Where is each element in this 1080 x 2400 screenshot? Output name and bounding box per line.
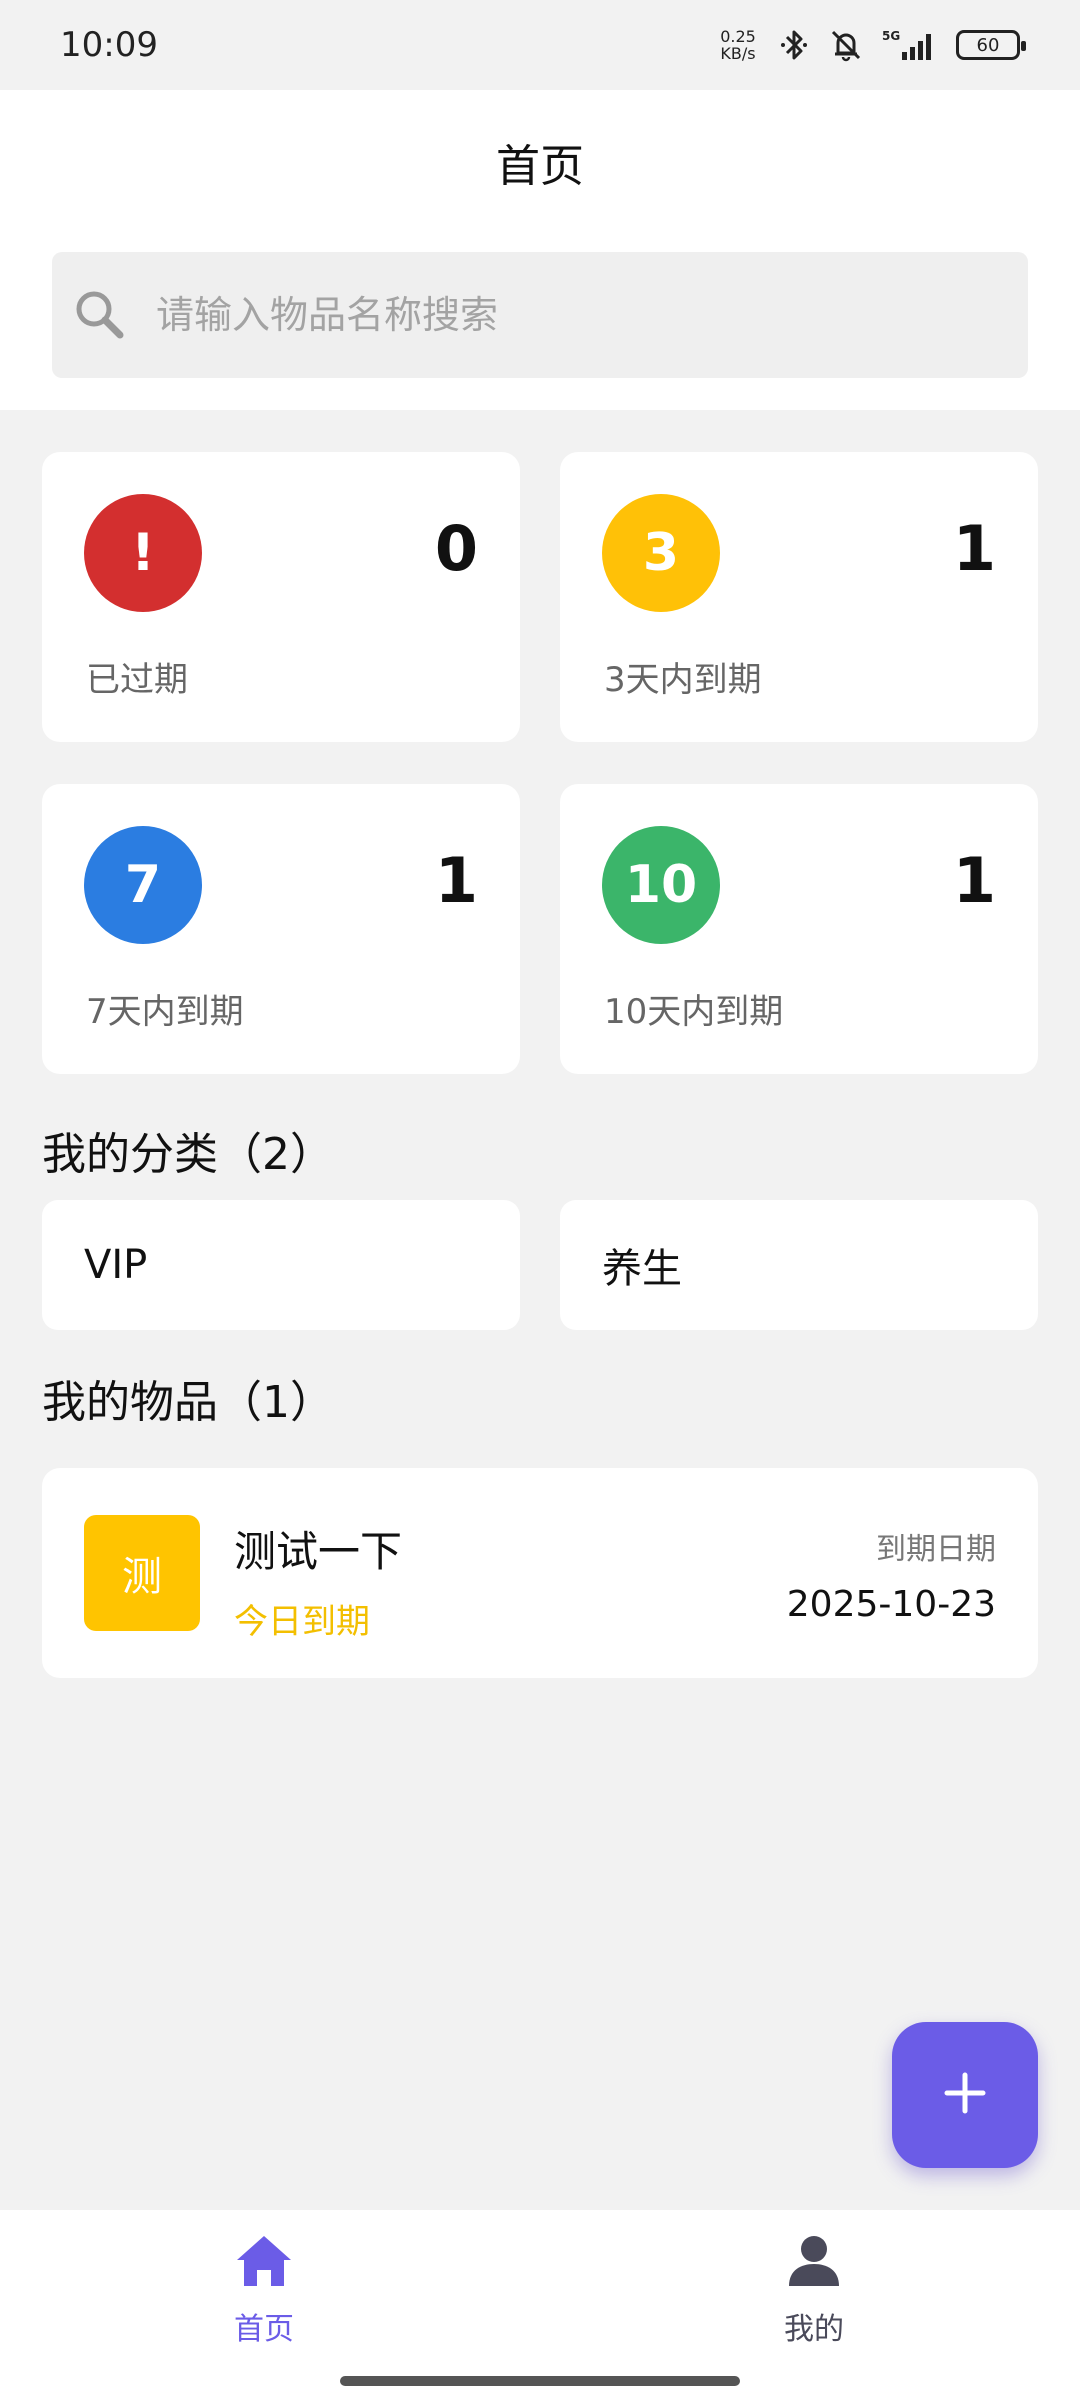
status-bar: 10:09 0.25 KB/s 5G 60 <box>0 0 1080 90</box>
search-icon <box>70 285 130 345</box>
battery-icon: 60 <box>956 30 1026 60</box>
bluetooth-icon <box>776 27 812 63</box>
status-icons: 0.25 KB/s 5G 60 <box>716 27 1026 63</box>
items-title: 我的物品（1） <box>42 1377 334 1428</box>
signal-icon: 5G <box>880 27 940 63</box>
nav-mine-label: 我的 <box>784 2312 844 2347</box>
home-icon <box>231 2228 297 2294</box>
stat-card-7-days[interactable]: 7 1 7天内到期 <box>42 784 520 1074</box>
search-bar[interactable] <box>52 252 1028 378</box>
stat-card-3-days[interactable]: 3 1 3天内到期 <box>560 452 1038 742</box>
plus-icon <box>943 2071 987 2119</box>
stat-card-expired[interactable]: ! 0 已过期 <box>42 452 520 742</box>
seven-days-count: 1 <box>434 844 478 917</box>
item-card[interactable]: 测 测试一下 今日到期 到期日期 2025-10-23 <box>42 1468 1038 1678</box>
battery-level: 60 <box>976 34 1000 56</box>
network-speed: 0.25 KB/s <box>716 28 760 62</box>
item-thumbnail: 测 <box>84 1515 200 1631</box>
nav-home-label: 首页 <box>234 2312 294 2347</box>
ten-days-badge: 10 <box>602 826 720 944</box>
nav-mine[interactable]: 我的 <box>714 2228 914 2348</box>
page-title: 首页 <box>496 141 584 192</box>
three-days-label: 3天内到期 <box>604 660 762 700</box>
ten-days-count: 1 <box>952 844 996 917</box>
search-input[interactable] <box>156 293 976 337</box>
mute-bell-icon <box>828 27 864 63</box>
item-date: 2025-10-23 <box>786 1584 996 1625</box>
bottom-nav: 首页 我的 <box>0 2210 1080 2400</box>
expired-count: 0 <box>434 512 478 585</box>
nav-home[interactable]: 首页 <box>164 2228 364 2348</box>
expired-badge: ! <box>84 494 202 612</box>
seven-days-badge: 7 <box>84 826 202 944</box>
item-date-label: 到期日期 <box>876 1532 996 1567</box>
stat-card-10-days[interactable]: 10 1 10天内到期 <box>560 784 1038 1074</box>
status-time: 10:09 <box>60 25 158 65</box>
category-health[interactable]: 养生 <box>560 1200 1038 1330</box>
network-speed-unit: KB/s <box>720 44 756 63</box>
home-indicator <box>340 2376 740 2386</box>
network-speed-value: 0.25 <box>720 27 756 46</box>
network-type-label: 5G <box>882 29 900 43</box>
user-icon <box>781 2228 847 2294</box>
category-vip[interactable]: VIP <box>42 1200 520 1330</box>
three-days-badge: 3 <box>602 494 720 612</box>
expired-label: 已过期 <box>86 660 188 700</box>
ten-days-label: 10天内到期 <box>604 992 784 1032</box>
seven-days-label: 7天内到期 <box>86 992 244 1032</box>
three-days-count: 1 <box>952 512 996 585</box>
item-name: 测试一下 <box>234 1527 403 1576</box>
add-item-button[interactable] <box>892 2022 1038 2168</box>
header: 首页 <box>0 90 1080 410</box>
categories-title: 我的分类（2） <box>42 1129 334 1180</box>
item-status: 今日到期 <box>234 1602 370 1642</box>
